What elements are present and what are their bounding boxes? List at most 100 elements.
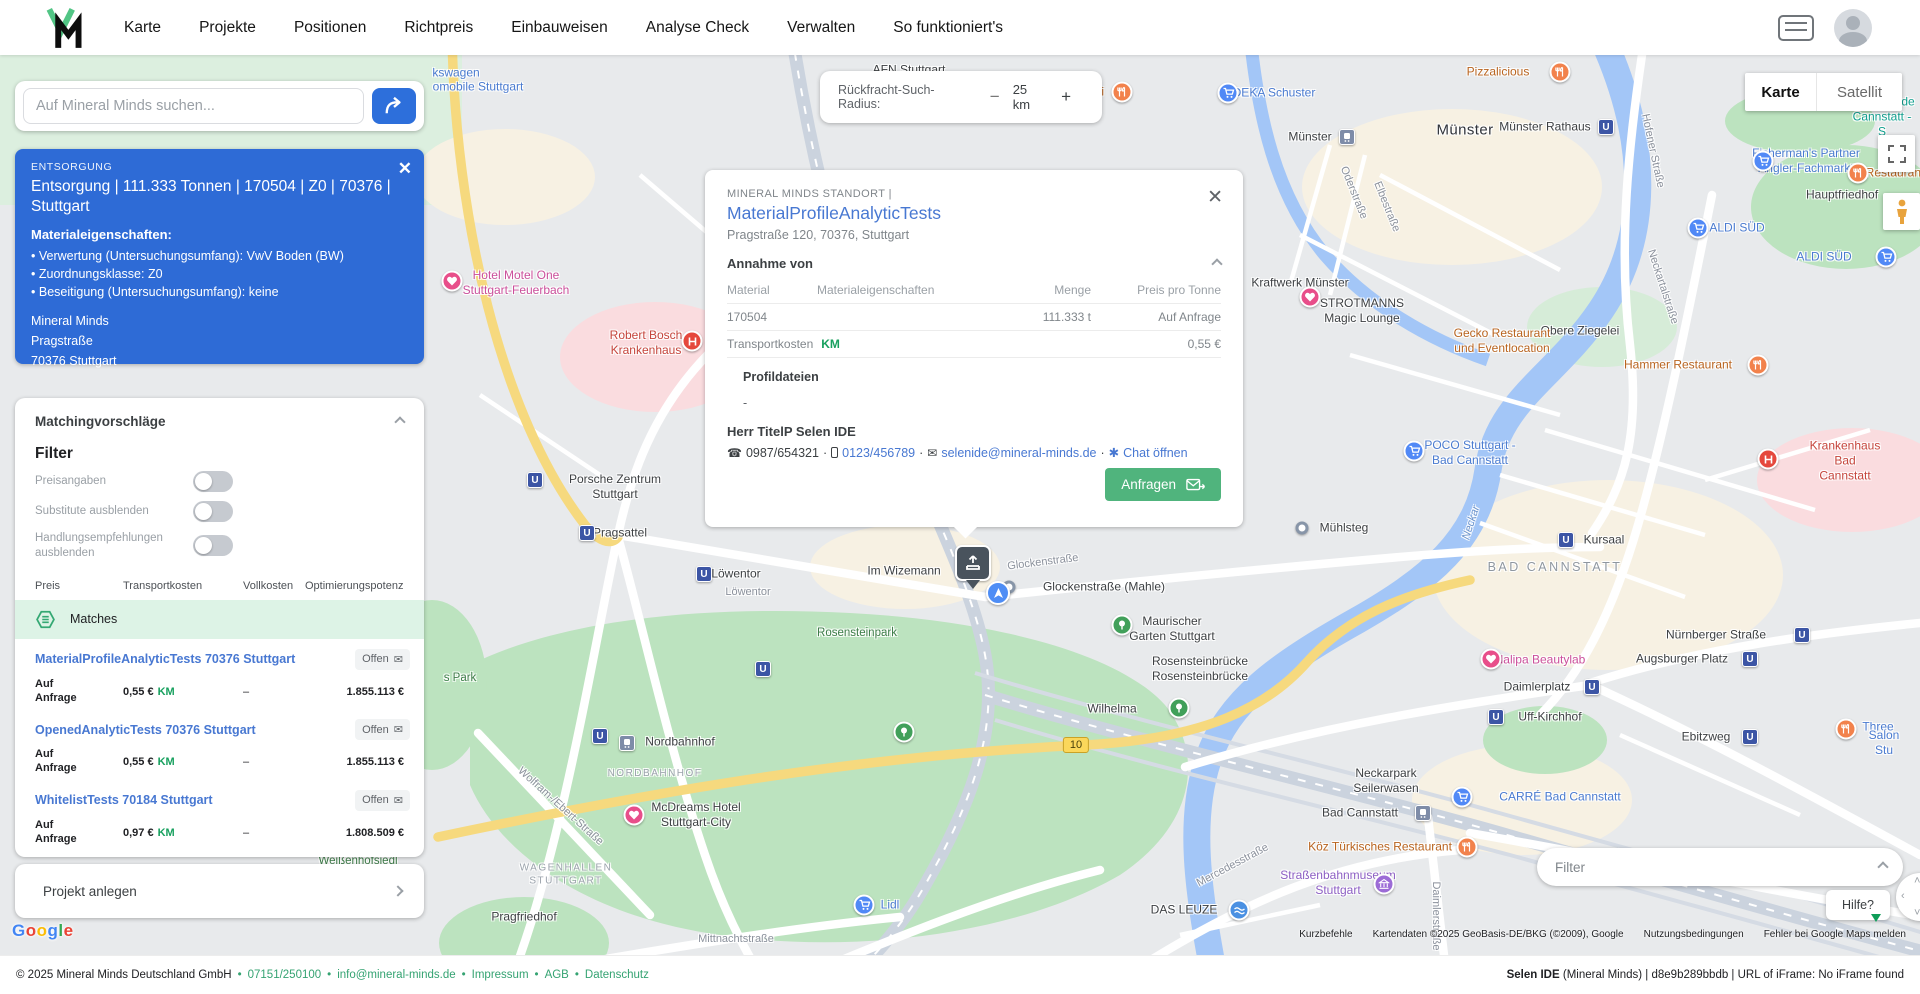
matching-collapse-chevron-icon[interactable] xyxy=(394,415,406,428)
map-marker-garden[interactable] xyxy=(1168,697,1190,719)
match-transport: 0,55 € xyxy=(123,756,154,769)
map-marker-u[interactable]: U xyxy=(527,472,543,488)
map-type-satellit-button[interactable]: Satellit xyxy=(1817,73,1902,111)
popup-title[interactable]: MaterialProfileAnalyticTests xyxy=(727,203,1221,224)
map-marker-train[interactable] xyxy=(619,735,635,751)
map-marker-shop[interactable] xyxy=(1875,246,1897,268)
pegman-button[interactable] xyxy=(1883,193,1920,230)
footer-agb-link[interactable]: AGB xyxy=(545,969,569,981)
match-link[interactable]: WhitelistTests 70184 Stuttgart xyxy=(35,793,213,807)
match-link[interactable]: MaterialProfileAnalyticTests 70376 Stutt… xyxy=(35,652,295,666)
footer-email-link[interactable]: info@mineral-minds.de xyxy=(337,969,455,981)
map[interactable]: kswagen omobile Stuttgart AFN Stuttgart EDE… xyxy=(0,55,1920,955)
match-link[interactable]: OpenedAnalyticTests 70376 Stuttgart xyxy=(35,723,256,737)
pan-left-icon[interactable]: ‹ xyxy=(1901,890,1905,902)
nav-item-verwalten[interactable]: Verwalten xyxy=(787,19,855,37)
map-marker-navarrow[interactable] xyxy=(986,581,1010,605)
mineral-minds-logo[interactable] xyxy=(44,6,86,50)
map-marker-u[interactable]: U xyxy=(755,661,771,677)
anfragen-button[interactable]: Anfragen xyxy=(1105,468,1221,501)
map-marker-shop[interactable] xyxy=(853,894,875,916)
map-marker-shop[interactable] xyxy=(1752,150,1774,172)
terms-link[interactable]: Nutzungsbedingungen xyxy=(1644,929,1744,940)
collapse-chevron-icon[interactable] xyxy=(1211,257,1223,270)
map-marker-stop[interactable] xyxy=(1295,521,1309,535)
radius-decrease-button[interactable]: − xyxy=(977,87,1013,107)
preisangaben-toggle[interactable] xyxy=(193,471,233,492)
nav-item-karte[interactable]: Karte xyxy=(124,19,161,37)
pan-down-icon[interactable]: ˅ xyxy=(1914,907,1920,919)
map-marker-pink[interactable] xyxy=(1480,648,1502,670)
map-marker-u[interactable]: U xyxy=(1794,627,1810,643)
map-marker-u[interactable]: U xyxy=(592,728,608,744)
map-type-karte-button[interactable]: Karte xyxy=(1745,73,1817,111)
chat-link[interactable]: Chat öffnen xyxy=(1123,446,1187,460)
popup-close-icon[interactable]: ✕ xyxy=(1207,186,1223,209)
map-marker-museum[interactable] xyxy=(1373,873,1395,895)
map-marker-train[interactable] xyxy=(1415,805,1431,821)
match-transport: 0,55 € xyxy=(123,685,154,698)
map-marker-u[interactable]: U xyxy=(579,525,595,541)
map-marker-u[interactable]: U xyxy=(1488,709,1504,725)
nav-item-projekte[interactable]: Projekte xyxy=(199,19,256,37)
directions-button[interactable] xyxy=(372,88,416,124)
offen-badge[interactable]: Offen ✉ xyxy=(355,719,410,741)
footer-impressum-link[interactable]: Impressum xyxy=(472,969,529,981)
email-icon: ✉ xyxy=(927,445,938,460)
footer-datenschutz-link[interactable]: Datenschutz xyxy=(585,969,649,981)
map-marker-food[interactable] xyxy=(1456,836,1478,858)
map-marker-food[interactable] xyxy=(1747,354,1769,376)
fullscreen-button[interactable] xyxy=(1878,135,1915,172)
nav-item-richtpreis[interactable]: Richtpreis xyxy=(404,19,473,37)
contact-mobile-link[interactable]: 0123/456789 xyxy=(842,446,915,460)
filter-collapse-chevron-icon[interactable] xyxy=(1877,861,1889,873)
map-marker-hospital[interactable] xyxy=(1757,448,1779,470)
search-input[interactable] xyxy=(23,88,364,124)
shortcuts-link[interactable]: Kurzbefehle xyxy=(1299,929,1352,940)
map-marker-u[interactable]: U xyxy=(696,566,712,582)
create-project-button[interactable]: Projekt anlegen xyxy=(15,864,424,918)
map-marker-pink[interactable] xyxy=(1299,286,1321,308)
map-marker-u[interactable]: U xyxy=(1558,532,1574,548)
contact-email-link[interactable]: selenide@mineral-minds.de xyxy=(941,446,1096,460)
google-logo[interactable]: Google xyxy=(12,921,74,941)
map-marker-shop[interactable] xyxy=(1687,217,1709,239)
map-marker-food[interactable] xyxy=(1111,81,1133,103)
map-filter-input[interactable] xyxy=(1553,858,1869,876)
nav-item-analyse-check[interactable]: Analyse Check xyxy=(646,19,749,37)
substitute-toggle[interactable] xyxy=(193,501,233,522)
map-marker-pool[interactable] xyxy=(1228,899,1250,921)
map-marker-u[interactable]: U xyxy=(1742,729,1758,745)
map-marker-garden[interactable] xyxy=(1111,614,1133,636)
fullscreen-icon xyxy=(1887,144,1906,163)
report-error-link[interactable]: Fehler bei Google Maps melden xyxy=(1764,929,1906,940)
offen-badge[interactable]: Offen ✉ xyxy=(355,789,410,811)
help-button[interactable]: Hilfe? xyxy=(1826,890,1890,922)
map-marker-pink[interactable] xyxy=(441,270,463,292)
map-marker-food[interactable] xyxy=(1835,718,1857,740)
offen-badge[interactable]: Offen ✉ xyxy=(355,648,410,670)
nav-item-so-funktionierts[interactable]: So funktioniert's xyxy=(893,19,1003,37)
nav-item-einbauweisen[interactable]: Einbauweisen xyxy=(511,19,608,37)
map-marker-garden[interactable] xyxy=(893,721,915,743)
map-marker-u[interactable]: U xyxy=(1598,119,1614,135)
map-marker-hospital[interactable] xyxy=(681,330,703,352)
map-marker-u[interactable]: U xyxy=(1584,679,1600,695)
handlungsempfehlungen-toggle[interactable] xyxy=(193,535,233,557)
list-card-icon[interactable] xyxy=(1778,14,1814,41)
map-marker-selected[interactable] xyxy=(955,545,991,581)
pan-up-icon[interactable]: ˄ xyxy=(1914,875,1920,887)
nav-item-positionen[interactable]: Positionen xyxy=(294,19,366,37)
map-marker-pink[interactable] xyxy=(623,804,645,826)
radius-increase-button[interactable]: + xyxy=(1048,87,1084,107)
mail-icon: ✉ xyxy=(393,724,403,737)
footer-phone-link[interactable]: 07151/250100 xyxy=(248,969,322,981)
map-marker-shop[interactable] xyxy=(1403,440,1425,462)
map-marker-u[interactable]: U xyxy=(1742,651,1758,667)
map-marker-train[interactable] xyxy=(1339,129,1355,145)
map-marker-shop[interactable] xyxy=(1217,82,1239,104)
map-marker-food[interactable] xyxy=(1847,162,1869,184)
map-marker-food[interactable] xyxy=(1549,61,1571,83)
map-marker-shop[interactable] xyxy=(1451,786,1473,808)
user-avatar[interactable] xyxy=(1834,8,1872,47)
